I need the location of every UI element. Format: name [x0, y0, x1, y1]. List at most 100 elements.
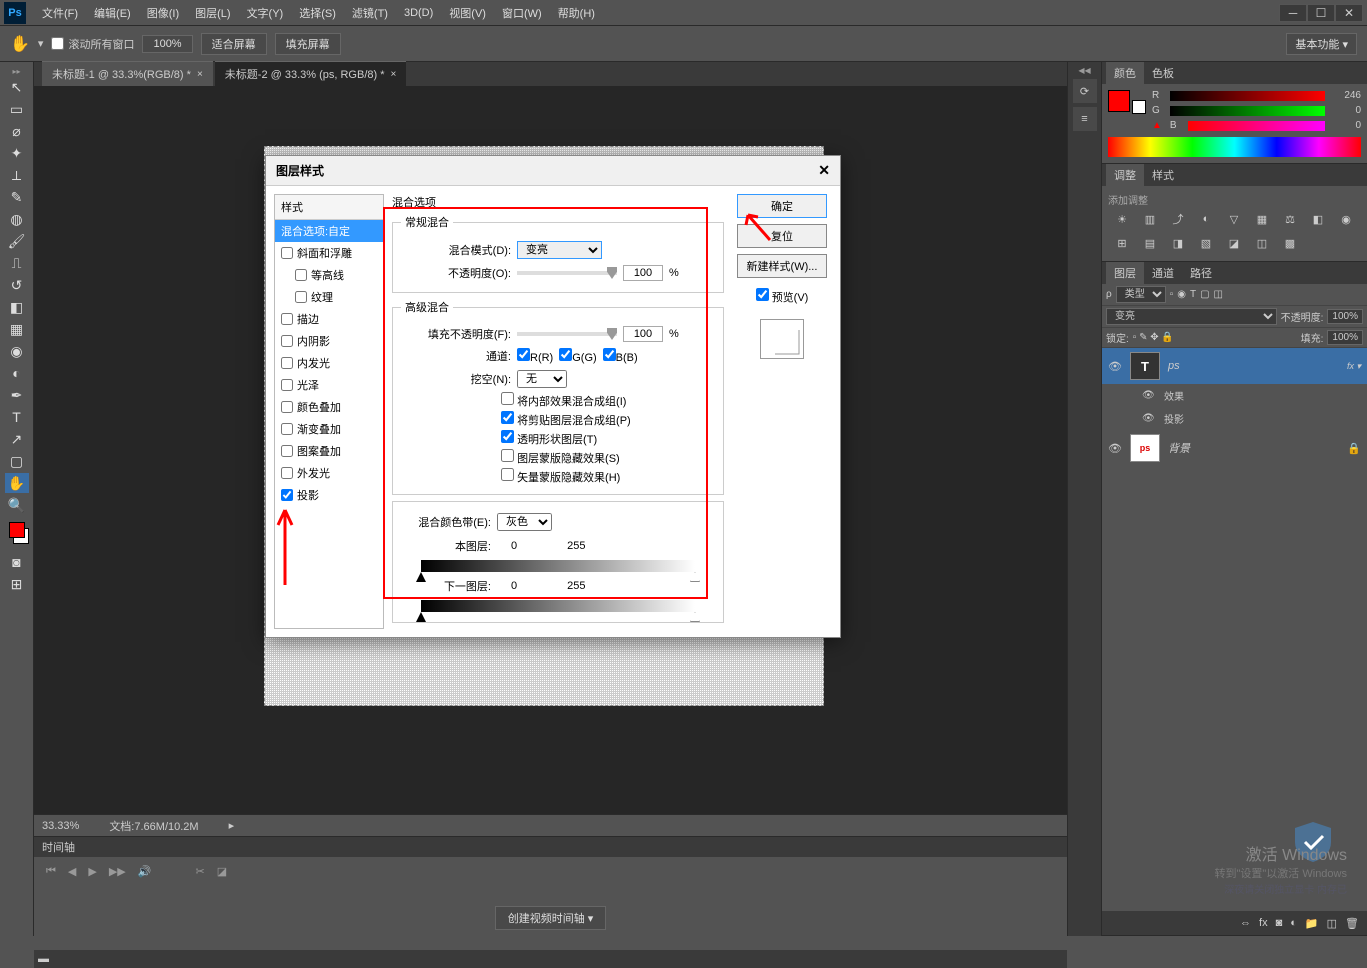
menu-type[interactable]: 文字(Y)	[239, 1, 292, 25]
paths-tab[interactable]: 路径	[1182, 262, 1220, 284]
under-layer-slider[interactable]	[421, 600, 695, 612]
tab-close-icon[interactable]: ×	[391, 69, 397, 80]
adj-thresh-icon[interactable]: ◪	[1224, 235, 1244, 251]
this-layer-slider[interactable]	[421, 560, 695, 572]
style-inner-shadow[interactable]: 内阴影	[275, 330, 383, 352]
history-icon[interactable]: ⟳	[1073, 79, 1097, 103]
visibility-icon[interactable]: 👁	[1142, 413, 1156, 424]
b-slider[interactable]	[1188, 121, 1325, 131]
hand-tool[interactable]: ✋	[5, 473, 29, 493]
fit-screen-button[interactable]: 适合屏幕	[201, 33, 267, 55]
opacity-input[interactable]: 100%	[1327, 309, 1363, 324]
menu-image[interactable]: 图像(I)	[139, 1, 187, 25]
adj-vibrance-icon[interactable]: ▽	[1224, 211, 1244, 227]
color-spectrum[interactable]	[1108, 137, 1361, 157]
adj-poster-icon[interactable]: ▧	[1196, 235, 1216, 251]
toolbar-grip[interactable]: ▸▸	[2, 66, 32, 76]
heal-tool[interactable]: ◍	[5, 209, 29, 229]
zoom-tool[interactable]: 🔍	[5, 495, 29, 515]
menu-file[interactable]: 文件(F)	[34, 1, 86, 25]
visibility-icon[interactable]: 👁	[1142, 390, 1156, 401]
new-style-button[interactable]: 新建样式(W)...	[737, 254, 827, 278]
adj-brightness-icon[interactable]: ☀	[1112, 211, 1132, 227]
channel-b[interactable]: B(B)	[603, 348, 638, 364]
adj-gradient-icon[interactable]: ◫	[1252, 235, 1272, 251]
workspace-selector[interactable]: 基本功能 ▾	[1286, 33, 1357, 55]
style-gradient-overlay[interactable]: 渐变叠加	[275, 418, 383, 440]
shape-tool[interactable]: ▢	[5, 451, 29, 471]
dodge-tool[interactable]: ◐	[5, 363, 29, 383]
lasso-tool[interactable]: ⌀	[5, 121, 29, 141]
scroll-all-checkbox[interactable]: 滚动所有窗口	[51, 36, 134, 52]
adj-lookup-icon[interactable]: ▤	[1140, 235, 1160, 251]
maximize-button[interactable]: ☐	[1307, 4, 1335, 22]
doc-tab-1[interactable]: 未标题-1 @ 33.3%(RGB/8) *×	[42, 61, 213, 86]
type-tool[interactable]: T	[5, 407, 29, 427]
layer-dropshadow[interactable]: 👁 投影	[1102, 407, 1367, 430]
adj-levels-icon[interactable]: ▥	[1140, 211, 1160, 227]
channel-r[interactable]: R(R)	[517, 348, 553, 364]
create-timeline-button[interactable]: 创建视频时间轴 ▾	[495, 906, 607, 930]
layers-tab[interactable]: 图层	[1106, 262, 1144, 284]
dialog-close-icon[interactable]: ✕	[818, 162, 830, 179]
style-drop-shadow[interactable]: 投影	[275, 484, 383, 506]
new-layer-icon[interactable]: ◫	[1327, 917, 1337, 930]
opt-vector-mask[interactable]: 矢量蒙版隐藏效果(H)	[501, 468, 620, 485]
menu-edit[interactable]: 编辑(E)	[86, 1, 139, 25]
tl-zoom-out[interactable]: ▬	[38, 953, 49, 965]
trash-icon[interactable]: 🗑	[1345, 917, 1359, 930]
adjust-icon[interactable]: ◐	[1290, 917, 1297, 929]
style-satin[interactable]: 光泽	[275, 374, 383, 396]
pen-tool[interactable]: ✒	[5, 385, 29, 405]
r-slider[interactable]	[1170, 91, 1325, 101]
style-contour[interactable]: 等高线	[275, 264, 383, 286]
tl-transition[interactable]: ◪	[217, 865, 227, 878]
cancel-button[interactable]: 复位	[737, 224, 827, 248]
style-inner-glow[interactable]: 内发光	[275, 352, 383, 374]
eraser-tool[interactable]: ◧	[5, 297, 29, 317]
adj-hue-icon[interactable]: ▦	[1252, 211, 1272, 227]
style-outer-glow[interactable]: 外发光	[275, 462, 383, 484]
knockout-select[interactable]: 无	[517, 370, 567, 388]
style-texture[interactable]: 纹理	[275, 286, 383, 308]
style-stroke[interactable]: 描边	[275, 308, 383, 330]
swatches-tab[interactable]: 色板	[1144, 62, 1182, 84]
marquee-tool[interactable]: ▭	[5, 99, 29, 119]
layer-kind-select[interactable]: 类型	[1116, 286, 1166, 303]
tl-prev[interactable]: ◀	[68, 865, 76, 878]
doc-info-arrow[interactable]: ▸	[229, 819, 235, 832]
menu-3d[interactable]: 3D(D)	[396, 3, 441, 23]
group-icon[interactable]: 📁	[1305, 917, 1319, 930]
zoom-level[interactable]: 33.33%	[42, 820, 79, 832]
adjust-tab[interactable]: 调整	[1106, 164, 1144, 186]
layer-background[interactable]: 👁 ps 背景 🔒	[1102, 430, 1367, 466]
style-pattern-overlay[interactable]: 图案叠加	[275, 440, 383, 462]
opt-transparency[interactable]: 透明形状图层(T)	[501, 430, 597, 447]
adj-balance-icon[interactable]: ⚖	[1280, 211, 1300, 227]
layer-effects[interactable]: 👁 效果	[1102, 384, 1367, 407]
wand-tool[interactable]: ✦	[5, 143, 29, 163]
tl-first[interactable]: ⏮	[46, 865, 56, 878]
fill-input[interactable]: 100%	[1327, 330, 1363, 345]
dialog-titlebar[interactable]: 图层样式 ✕	[266, 156, 840, 186]
tl-next[interactable]: ▶▶	[109, 865, 126, 878]
menu-window[interactable]: 窗口(W)	[494, 1, 550, 25]
tl-audio[interactable]: 🔊	[138, 865, 152, 878]
channel-g[interactable]: G(G)	[559, 348, 596, 364]
opt-layer-mask[interactable]: 图层蒙版隐藏效果(S)	[501, 449, 620, 466]
opacity-input[interactable]	[623, 265, 663, 281]
opacity-slider[interactable]	[517, 271, 617, 275]
opt-blend-interior[interactable]: 将内部效果混合成组(I)	[501, 392, 626, 409]
fill-opacity-slider[interactable]	[517, 332, 617, 336]
tl-cut[interactable]: ✂	[195, 865, 204, 878]
menu-layer[interactable]: 图层(L)	[187, 1, 238, 25]
g-slider[interactable]	[1170, 106, 1325, 116]
style-blending-options[interactable]: 混合选项:自定	[275, 220, 383, 242]
menu-filter[interactable]: 滤镜(T)	[344, 1, 396, 25]
properties-icon[interactable]: ≡	[1073, 107, 1097, 131]
strip-grip[interactable]: ◀◀	[1078, 66, 1090, 75]
blur-tool[interactable]: ◉	[5, 341, 29, 361]
link-icon[interactable]: ⇔	[1240, 917, 1251, 929]
blend-mode-select[interactable]: 变亮	[517, 241, 602, 259]
adj-exposure-icon[interactable]: ◐	[1196, 211, 1216, 227]
